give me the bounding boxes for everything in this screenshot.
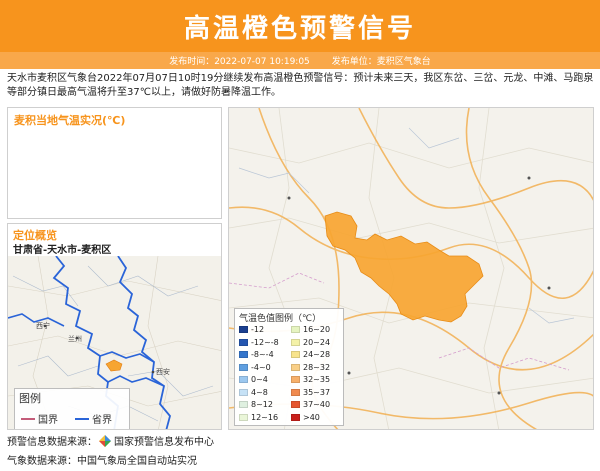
page-title: 高温橙色预警信号 [183, 13, 416, 44]
color-legend-item: 8~12 [239, 400, 273, 409]
color-legend-label: 4~8 [251, 387, 268, 397]
color-legend-label: 32~35 [303, 375, 331, 384]
color-legend-label: 16~20 [303, 325, 331, 334]
color-legend-label: 37~40 [303, 400, 331, 409]
warning-center-logo-icon [99, 434, 111, 447]
color-legend-item: 4~8 [239, 388, 268, 397]
color-legend-label: 28~32 [303, 362, 331, 372]
color-legend-label: 24~28 [303, 350, 331, 359]
temperature-color-legend: 气温色值图例（℃） -12 -12~-8 -8~-4 -4~0 0~4 4~8 8~12 12… [234, 308, 344, 426]
legend-province-border: 省界 [75, 411, 112, 426]
color-swatch [291, 351, 300, 358]
map-label-lanzhou: 兰州 [68, 334, 82, 343]
legend-national-border: 国界 [21, 411, 58, 426]
publisher: 发布单位：麦积区气象台 [331, 57, 431, 67]
color-swatch [239, 376, 248, 383]
warning-header: 高温橙色预警信号 [0, 0, 600, 52]
warning-area-map[interactable]: 气温色值图例（℃） -12 -12~-8 -8~-4 -4~0 0~4 4~8 8~12 12… [228, 107, 594, 430]
color-legend-item: >40 [291, 413, 320, 422]
national-border-line-icon [21, 417, 35, 420]
warning-source-label: 预警信息数据来源： [7, 437, 97, 448]
color-swatch [239, 401, 248, 408]
color-legend-item: -12 [239, 325, 264, 334]
color-swatch [239, 413, 248, 421]
color-legend-item: 0~4 [239, 375, 268, 384]
temperature-panel: 麦积当地气温实况(℃) [7, 107, 222, 219]
color-legend-label: -4~0 [251, 362, 271, 372]
location-overview-panel: 定位概览 甘肃省-天水市-麦积区 西宁 兰州 西安 图例 国界 省界 [7, 223, 222, 430]
color-swatch [291, 388, 300, 396]
color-legend-item: -8~-4 [239, 350, 274, 359]
color-swatch [291, 363, 300, 371]
warning-source-line: 预警信息数据来源： 国家预警信息发布中心 [7, 433, 214, 448]
color-legend-label: 20~24 [303, 337, 331, 347]
warning-source[interactable]: 国家预警信息发布中心 [114, 433, 214, 448]
color-legend-label: 0~4 [251, 375, 268, 384]
color-legend-item: 16~20 [291, 325, 330, 334]
color-legend-label: -12~-8 [251, 337, 279, 347]
color-swatch [239, 351, 248, 358]
location-name: 甘肃省-天水市-麦积区 [13, 245, 112, 256]
weather-source-line: 气象数据来源：中国气象局全国自动站实况 [7, 456, 197, 467]
publish-info-bar: 发布时间：2022-07-07 10:19:05 发布单位：麦积区气象台 [0, 52, 600, 69]
map-legend: 图例 国界 省界 [14, 388, 130, 429]
warning-description: 天水市麦积区气象台2022年07月07日10时19分继续发布高温橙色预警信号：预… [7, 73, 594, 98]
color-legend-label: 12~16 [251, 412, 279, 422]
color-legend-label: >40 [303, 412, 320, 422]
temperature-panel-title: 麦积当地气温实况(℃) [14, 114, 126, 127]
color-legend-item: 32~35 [291, 375, 330, 384]
map-label-xining: 西宁 [36, 321, 50, 330]
map-legend-title: 图例 [19, 392, 41, 405]
color-legend-item: -12~-8 [239, 338, 279, 347]
color-swatch [291, 376, 300, 383]
color-swatch [291, 338, 300, 346]
color-swatch [239, 326, 248, 333]
publish-time: 发布时间：2022-07-07 10:19:05 [169, 57, 310, 67]
color-legend-label: 8~12 [251, 400, 273, 409]
color-legend-item: 35~37 [291, 388, 330, 397]
color-legend-item: 24~28 [291, 350, 330, 359]
color-legend-title: 气温色值图例（℃） [239, 314, 322, 324]
color-swatch [239, 338, 248, 346]
color-swatch [239, 388, 248, 396]
color-legend-label: -12 [251, 325, 265, 334]
color-legend-item: 20~24 [291, 338, 330, 347]
color-legend-item: 12~16 [239, 413, 278, 422]
province-border-line-icon [75, 417, 89, 420]
color-swatch [239, 363, 248, 371]
color-legend-item: 37~40 [291, 400, 330, 409]
color-swatch [291, 413, 300, 421]
color-swatch [291, 401, 300, 408]
color-legend-label: -8~-4 [251, 350, 274, 359]
color-legend-label: 35~37 [303, 387, 331, 397]
map-label-xian: 西安 [156, 367, 170, 376]
color-legend-item: -4~0 [239, 363, 271, 372]
color-swatch [291, 326, 300, 333]
color-legend-item: 28~32 [291, 363, 330, 372]
